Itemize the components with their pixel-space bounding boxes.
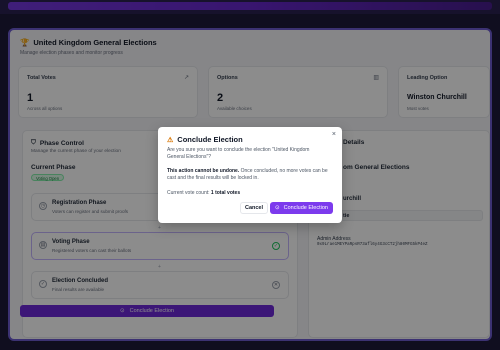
cancel-button[interactable]: Cancel [240, 202, 268, 214]
dialog-warning: This action cannot be undone. Once concl… [167, 168, 333, 182]
vote-count: Current vote count: 1 total votes [167, 190, 240, 196]
confirm-conclude-button[interactable]: ⊙ Conclude Election [270, 202, 333, 214]
vote-count-label: Current vote count: [167, 190, 211, 196]
dialog-question: Are you sure you want to conclude the el… [167, 147, 310, 160]
dialog-title: ⚠ Conclude Election [167, 135, 243, 144]
check-circle-icon: ⊙ [275, 205, 280, 211]
close-icon[interactable]: × [332, 131, 336, 138]
vote-count-value: 1 total votes [210, 190, 241, 196]
warning-icon: ⚠ [167, 136, 174, 144]
warning-bold: This action cannot be undone. [167, 168, 240, 174]
